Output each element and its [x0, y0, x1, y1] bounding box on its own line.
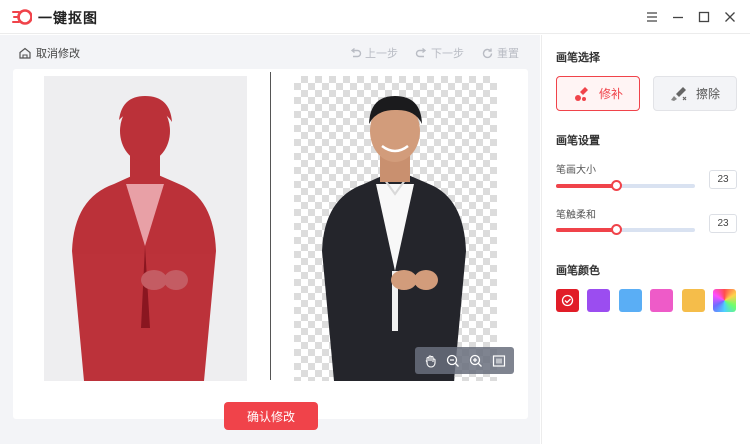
title-bar: 一键抠图 [0, 0, 750, 34]
fit-icon[interactable] [490, 352, 508, 370]
cancel-edit-label: 取消修改 [36, 48, 80, 60]
undo-button[interactable]: 上一步 [349, 45, 398, 61]
eraser-icon [670, 86, 687, 101]
maximize-icon[interactable] [695, 8, 713, 26]
close-icon[interactable] [721, 8, 739, 26]
erase-brush-label: 擦除 [695, 87, 720, 101]
repair-brush-icon [574, 86, 588, 101]
person-cutout-image [322, 96, 466, 381]
repair-brush-label: 修补 [598, 87, 623, 101]
reset-label: 重置 [497, 48, 519, 60]
color-swatch-yellow[interactable] [682, 289, 705, 312]
brush-settings-title: 画笔设置 [556, 135, 600, 147]
zoom-out-icon[interactable] [444, 352, 462, 370]
cutout-result-image[interactable] [294, 76, 497, 381]
brush-size-label: 笔画大小 [556, 165, 596, 176]
erase-brush-button[interactable]: 擦除 [653, 76, 737, 111]
brush-select-title: 画笔选择 [556, 52, 600, 64]
hand-icon[interactable] [421, 352, 439, 370]
brush-color-title: 画笔颜色 [556, 265, 600, 277]
app-title: 一键抠图 [38, 10, 98, 26]
brush-size-fill [556, 184, 616, 188]
brush-size-slider[interactable] [556, 180, 695, 191]
brush-softness-knob[interactable] [610, 224, 622, 235]
color-swatch-red[interactable] [556, 289, 579, 312]
brush-softness-label: 笔触柔和 [556, 210, 596, 221]
cancel-edit-button[interactable]: 取消修改 [18, 45, 80, 61]
person-masked-image [72, 96, 216, 381]
color-swatch-custom[interactable] [713, 289, 736, 312]
workspace: 取消修改 上一步 下一步 重置 确认修改 [0, 35, 540, 444]
undo-label: 上一步 [365, 48, 398, 60]
view-toolbar [415, 347, 514, 374]
brush-softness-value[interactable]: 23 [709, 214, 737, 233]
compare-divider[interactable] [270, 72, 271, 380]
original-photo-with-mask[interactable] [44, 76, 247, 381]
redo-icon [415, 47, 427, 57]
color-swatch-blue[interactable] [619, 289, 642, 312]
brush-softness-fill [556, 228, 616, 232]
redo-button[interactable]: 下一步 [415, 45, 464, 61]
brush-size-value[interactable]: 23 [709, 170, 737, 189]
redo-label: 下一步 [431, 48, 464, 60]
zoom-in-icon[interactable] [467, 352, 485, 370]
undo-icon [350, 47, 362, 57]
settings-sidebar: 画笔选择 修补 擦除 画笔设置 笔画大小 23 笔触柔和 23 画笔颜色 [541, 35, 750, 444]
brush-softness-slider[interactable] [556, 224, 695, 235]
canvas-panel [13, 69, 528, 419]
color-swatch-pink[interactable] [650, 289, 673, 312]
check-icon [561, 294, 574, 307]
minimize-icon[interactable] [669, 8, 687, 26]
color-swatch-purple[interactable] [587, 289, 610, 312]
brush-size-knob[interactable] [610, 180, 622, 191]
repair-brush-button[interactable]: 修补 [556, 76, 640, 111]
menu-icon[interactable] [643, 8, 661, 26]
reset-button[interactable]: 重置 [481, 45, 519, 61]
home-icon [19, 47, 31, 59]
confirm-edit-button[interactable]: 确认修改 [224, 402, 318, 430]
reset-icon [482, 48, 493, 58]
app-logo-icon [12, 9, 32, 25]
